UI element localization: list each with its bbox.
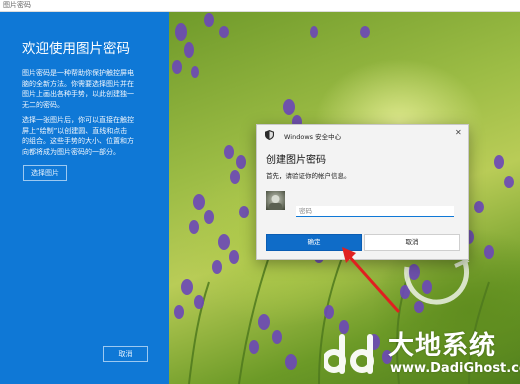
watermark-text-cn: 大地系统	[388, 331, 497, 361]
site-watermark: 大地系统 www.DadiGhost.com	[322, 325, 520, 384]
cancel-setup-button[interactable]: 取消	[103, 346, 148, 362]
window-title: 图片密码	[3, 1, 31, 9]
user-avatar	[266, 191, 285, 210]
panel-description-1: 图片密码是一种帮助你保护触控屏电脑的全新方法。你需要选择图片并在图片上画出各种手…	[22, 69, 134, 109]
close-icon[interactable]: ✕	[455, 128, 462, 137]
password-field[interactable]	[296, 206, 454, 217]
dialog-title: 创建图片密码	[266, 155, 326, 166]
annotation-arrow	[342, 247, 400, 313]
watermark-logo	[324, 334, 374, 374]
dialog-message: 首先，请验证你的帐户信息。	[266, 172, 351, 180]
shield-icon	[265, 130, 274, 140]
panel-title: 欢迎使用图片密码	[22, 41, 130, 57]
dialog-app-name: Windows 安全中心	[284, 133, 342, 141]
left-info-panel: 欢迎使用图片密码 图片密码是一种帮助你保护触控屏电脑的全新方法。你需要选择图片并…	[0, 12, 169, 384]
choose-picture-button[interactable]: 选择图片	[23, 165, 67, 181]
watermark-text-en: www.DadiGhost.com	[390, 361, 520, 376]
panel-description-2: 选择一张图片后，你可以直接在触控屏上“绘制”以创建圆、直线和点击的组合。这些手势…	[22, 116, 134, 156]
window-title-bar: 图片密码	[0, 0, 520, 12]
